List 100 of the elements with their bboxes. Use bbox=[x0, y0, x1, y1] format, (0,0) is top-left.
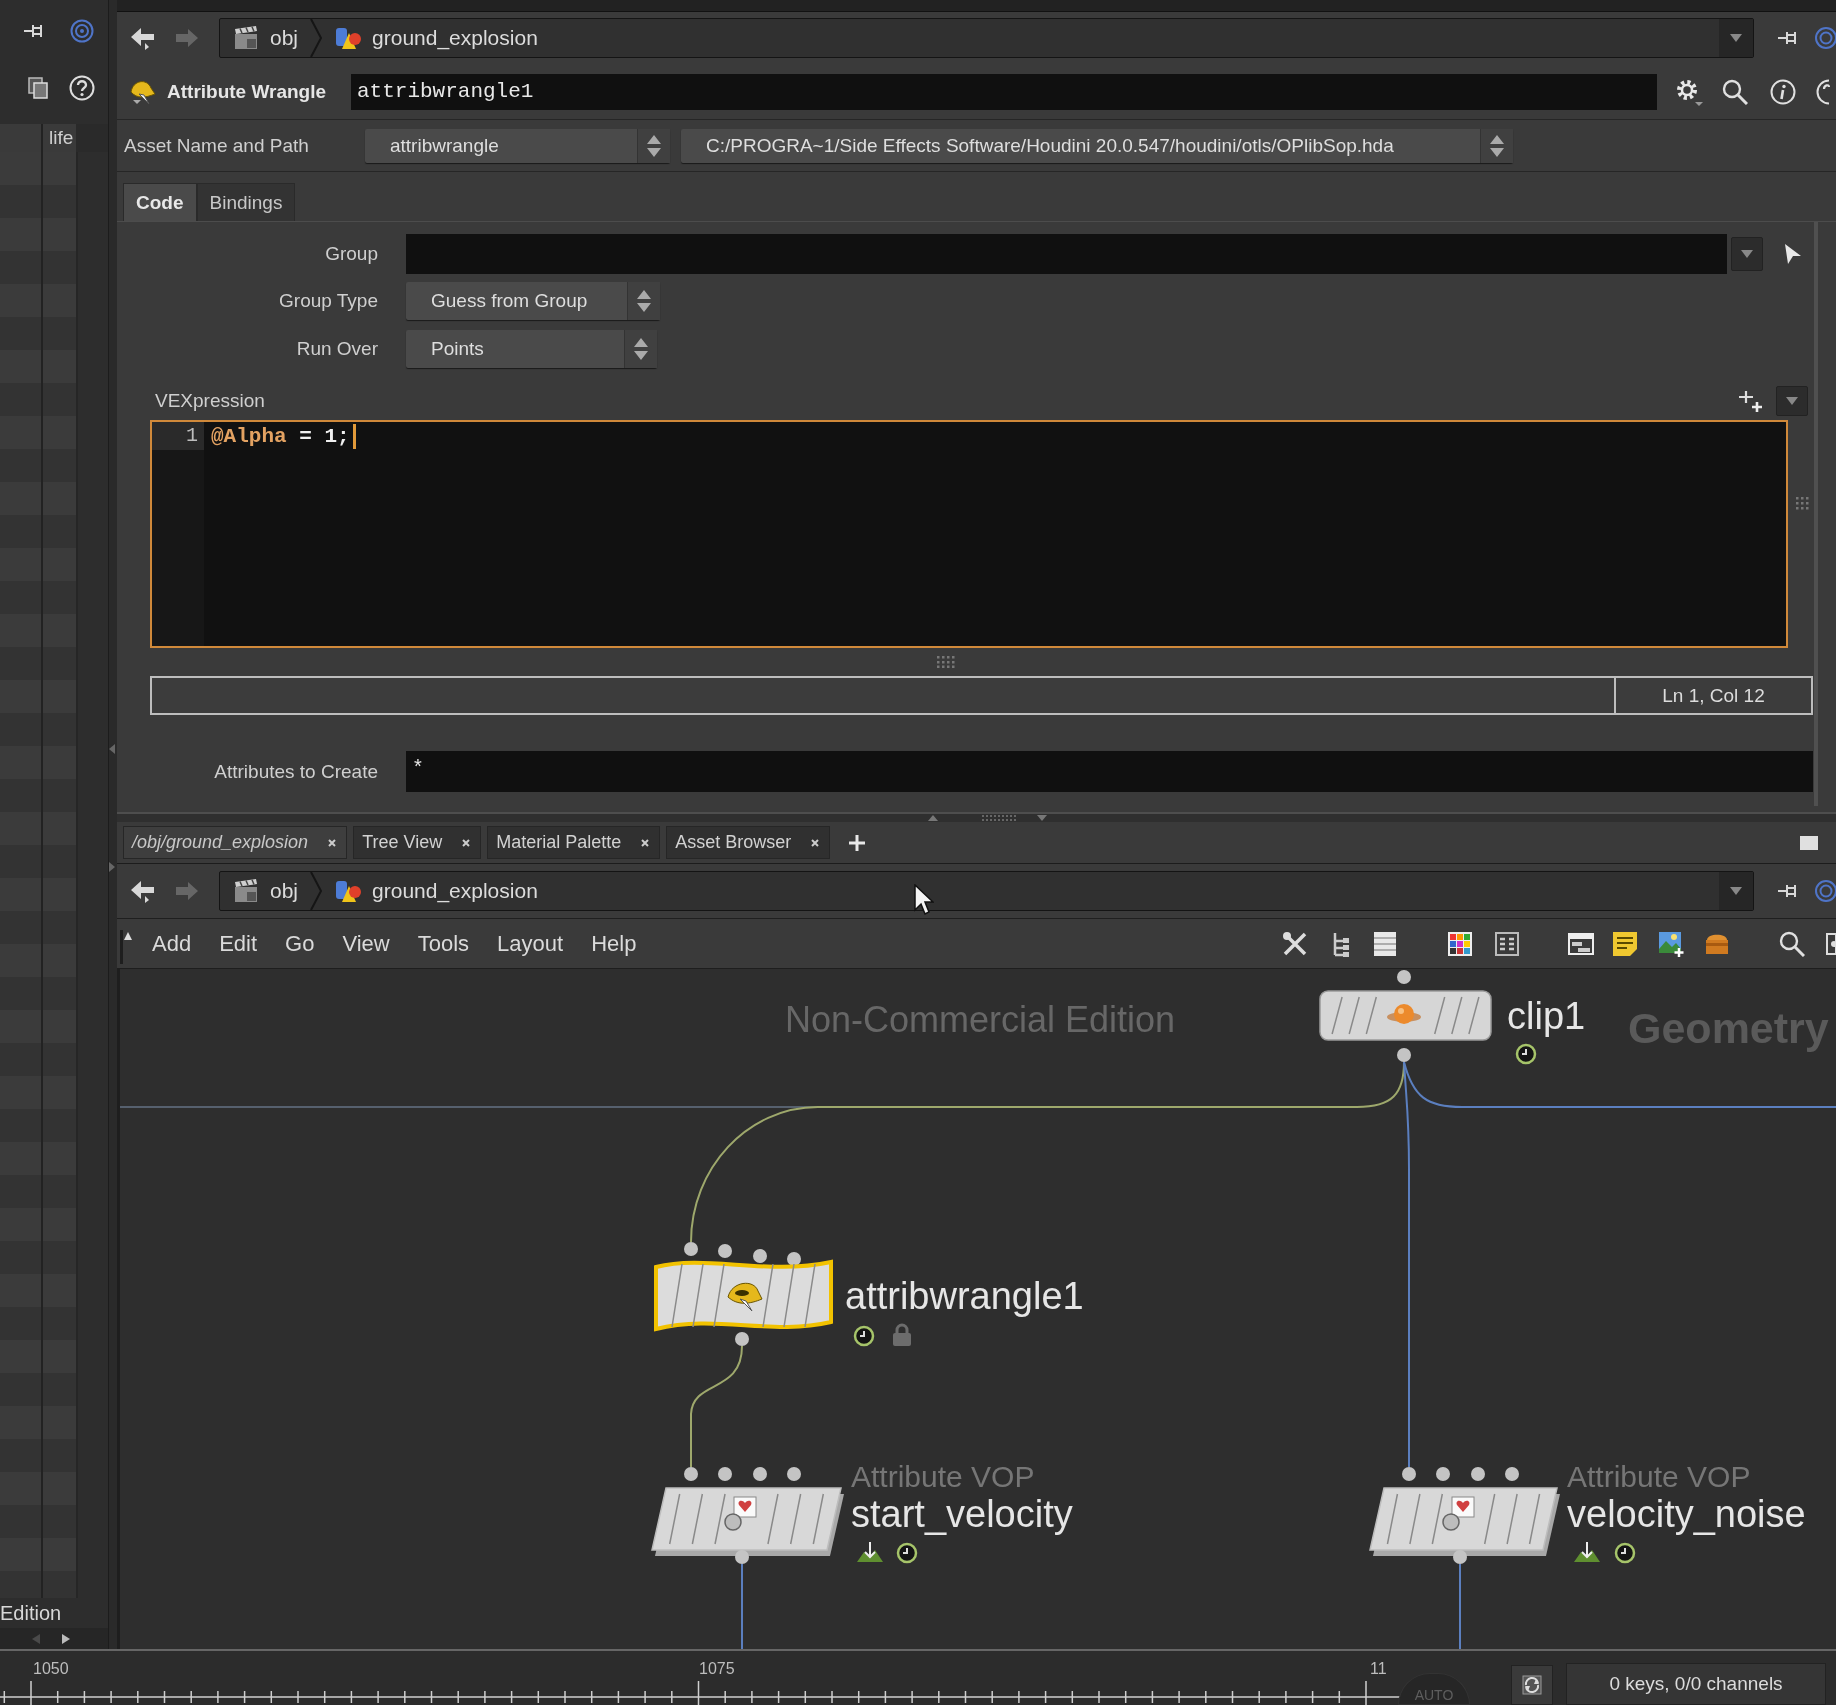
text-caret bbox=[352, 423, 356, 449]
path-crumb[interactable]: ground_explosion bbox=[330, 19, 542, 57]
color-grid-icon[interactable] bbox=[1447, 930, 1473, 957]
mouse-pointer-icon bbox=[914, 884, 934, 916]
collapse-up-icon[interactable] bbox=[928, 815, 938, 821]
pane-tab[interactable]: Material Palette bbox=[487, 826, 661, 859]
frame-label: 1075 bbox=[699, 1660, 735, 1677]
input-port[interactable] bbox=[1471, 1467, 1485, 1481]
input-port[interactable] bbox=[1505, 1467, 1519, 1481]
path-field[interactable]: obj ground_explosion bbox=[219, 871, 1754, 911]
menu-item[interactable]: Tools bbox=[417, 930, 470, 957]
column-header[interactable]: life bbox=[49, 124, 74, 152]
path-dropdown-button[interactable] bbox=[1719, 19, 1753, 57]
collapse-down-icon[interactable] bbox=[1037, 815, 1047, 821]
input-port[interactable] bbox=[684, 1467, 698, 1481]
dropdown-button[interactable] bbox=[1776, 386, 1808, 416]
menu-button[interactable]: Guess from Group bbox=[406, 282, 660, 320]
path-crumb[interactable]: obj bbox=[230, 19, 303, 57]
menu-item[interactable]: Help bbox=[591, 930, 637, 957]
menu-item[interactable]: View bbox=[342, 930, 390, 957]
output-port[interactable] bbox=[1397, 1048, 1411, 1062]
path-crumb[interactable]: obj bbox=[230, 872, 303, 910]
node-body[interactable] bbox=[1319, 990, 1492, 1041]
input-port[interactable] bbox=[718, 1244, 732, 1258]
gear-icon[interactable] bbox=[1675, 77, 1703, 106]
node-name-field[interactable]: attribwrangle1 bbox=[351, 73, 1657, 110]
node-name[interactable]: start_velocity bbox=[851, 1493, 1073, 1535]
resize-grip-icon[interactable] bbox=[936, 656, 955, 668]
path-field[interactable]: obj ground_explosion bbox=[219, 18, 1754, 58]
tools-icon[interactable] bbox=[1282, 930, 1308, 957]
node-name[interactable]: attribwrangle1 bbox=[845, 1275, 1084, 1317]
target-icon[interactable] bbox=[70, 19, 94, 43]
input-port[interactable] bbox=[1397, 970, 1411, 984]
plus-icon[interactable] bbox=[848, 833, 867, 852]
node-name[interactable]: clip1 bbox=[1507, 995, 1586, 1037]
menu-item[interactable]: Edit bbox=[219, 930, 258, 957]
group-field[interactable] bbox=[406, 234, 1727, 274]
pointer-arrow-icon[interactable] bbox=[1784, 243, 1802, 265]
help-icon[interactable] bbox=[69, 75, 95, 101]
caret-icon bbox=[1741, 250, 1753, 258]
path-crumb[interactable]: ground_explosion bbox=[330, 872, 542, 910]
menu-item[interactable]: Add bbox=[152, 930, 192, 957]
menu-button[interactable]: Points bbox=[406, 330, 657, 368]
output-port[interactable] bbox=[735, 1332, 749, 1346]
close-icon[interactable] bbox=[811, 838, 820, 847]
input-port[interactable] bbox=[787, 1252, 801, 1266]
network-box-icon[interactable] bbox=[1568, 930, 1594, 957]
asset-name-menu[interactable]: attribwrangle bbox=[365, 128, 670, 163]
path-dropdown-button[interactable] bbox=[1719, 872, 1753, 910]
resize-grip-icon[interactable] bbox=[1796, 497, 1810, 511]
input-port[interactable] bbox=[1436, 1467, 1450, 1481]
search-icon[interactable] bbox=[1779, 930, 1805, 957]
input-port[interactable] bbox=[753, 1249, 767, 1263]
pane-tab[interactable]: Asset Browser bbox=[666, 826, 831, 859]
output-port[interactable] bbox=[1453, 1550, 1467, 1564]
parameter-add-icon[interactable] bbox=[1738, 389, 1764, 413]
image-add-icon[interactable] bbox=[1658, 930, 1684, 957]
parameter-tab[interactable]: Bindings bbox=[196, 183, 296, 221]
back-arrow-icon[interactable] bbox=[130, 879, 156, 903]
input-port[interactable] bbox=[684, 1242, 698, 1256]
node-body[interactable] bbox=[654, 1260, 833, 1331]
node-type-label: Attribute VOP bbox=[1567, 1460, 1751, 1493]
node-body[interactable] bbox=[651, 1487, 844, 1556]
input-port[interactable] bbox=[753, 1467, 767, 1481]
search-icon[interactable] bbox=[1722, 78, 1748, 105]
output-port[interactable] bbox=[735, 1550, 749, 1564]
help-icon[interactable] bbox=[1816, 78, 1830, 105]
scroll-right-icon[interactable] bbox=[60, 1632, 72, 1645]
grid-icon[interactable] bbox=[1494, 930, 1520, 957]
node-name[interactable]: velocity_noise bbox=[1567, 1493, 1806, 1535]
menu-item[interactable]: Layout bbox=[497, 930, 564, 957]
resize-grip-icon[interactable] bbox=[982, 815, 1018, 821]
target-icon[interactable] bbox=[1814, 26, 1836, 50]
menu-item[interactable]: Go bbox=[285, 930, 315, 957]
input-port[interactable] bbox=[718, 1467, 732, 1481]
list-icon[interactable] bbox=[1372, 930, 1398, 957]
close-icon[interactable] bbox=[462, 838, 471, 847]
input-port[interactable] bbox=[787, 1467, 801, 1481]
input-port[interactable] bbox=[1402, 1467, 1416, 1481]
keyframe-button[interactable] bbox=[1511, 1665, 1553, 1705]
back-arrow-icon[interactable] bbox=[130, 26, 156, 50]
node-body[interactable] bbox=[1369, 1487, 1560, 1556]
target-icon[interactable] bbox=[1814, 879, 1836, 903]
shapes-icon bbox=[334, 25, 363, 51]
pane-tab[interactable]: /obj/ground_explosion bbox=[123, 826, 348, 859]
asset-path-menu[interactable]: C:/PROGRA~1/Side Effects Software/Houdini 20.0.547/houdini/otls/OPlibSop.hda bbox=[681, 128, 1513, 163]
info-icon[interactable] bbox=[1770, 78, 1796, 105]
parameter-tab[interactable]: Code bbox=[123, 183, 197, 221]
pane-tab[interactable]: Tree View bbox=[353, 826, 482, 859]
attributes-field[interactable]: * bbox=[406, 751, 1813, 792]
caret-icon bbox=[1730, 887, 1742, 895]
close-icon[interactable] bbox=[641, 838, 650, 847]
scroll-up-icon[interactable] bbox=[120, 930, 132, 964]
code-editor[interactable]: 1 @Alpha = 1; bbox=[150, 420, 1788, 648]
dropdown-button[interactable] bbox=[1731, 237, 1763, 271]
close-icon[interactable] bbox=[328, 838, 337, 847]
maximize-icon[interactable] bbox=[1800, 835, 1818, 850]
copy-icon[interactable] bbox=[28, 77, 48, 99]
frame-icon[interactable] bbox=[1826, 930, 1836, 957]
sticky-note-icon[interactable] bbox=[1612, 930, 1638, 957]
